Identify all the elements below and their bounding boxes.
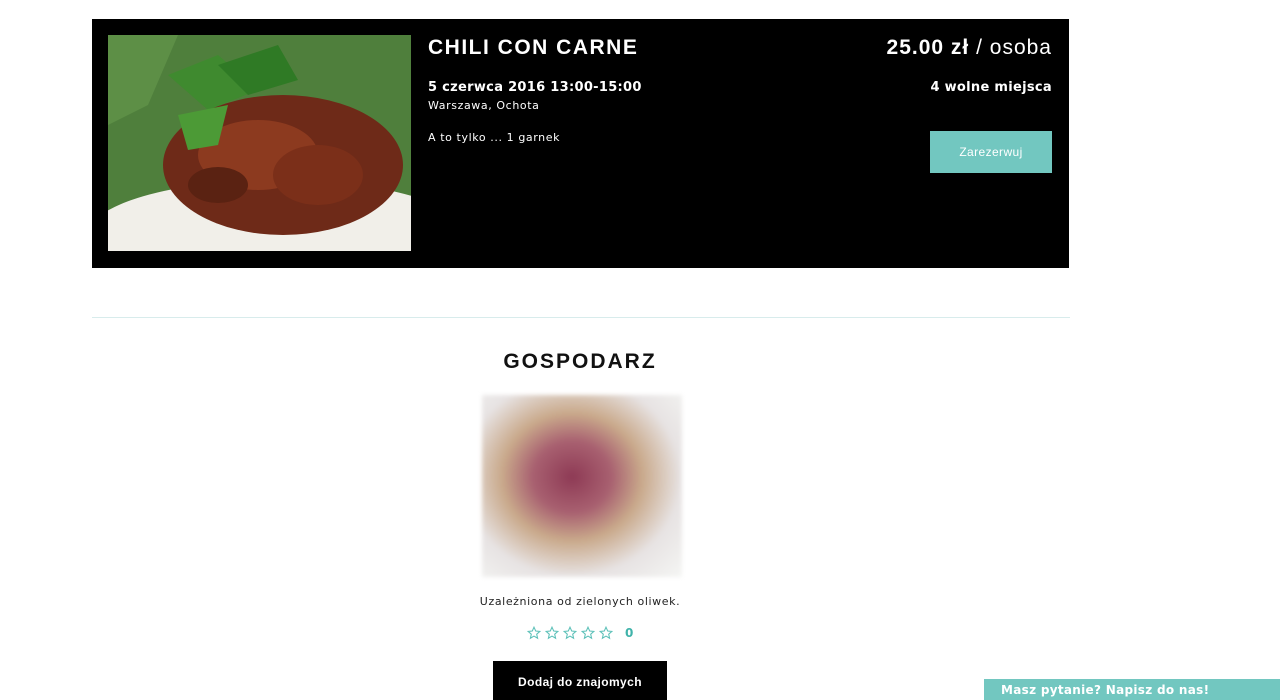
rating-count: 0 bbox=[625, 626, 634, 640]
event-description: A to tylko ... 1 garnek bbox=[428, 131, 561, 144]
host-avatar[interactable] bbox=[482, 395, 682, 577]
star-icon[interactable] bbox=[581, 626, 595, 640]
event-location: Warszawa, Ochota bbox=[428, 99, 540, 112]
available-seats: 4 wolne miejsca bbox=[930, 80, 1052, 95]
chat-widget[interactable]: Masz pytanie? Napisz do nas! bbox=[984, 679, 1280, 700]
star-icon[interactable] bbox=[545, 626, 559, 640]
event-date: 5 czerwca 2016 13:00-15:00 bbox=[428, 80, 642, 95]
host-heading: GOSPODARZ bbox=[503, 350, 657, 373]
star-icon[interactable] bbox=[527, 626, 541, 640]
reserve-button[interactable]: Zarezerwuj bbox=[930, 131, 1052, 173]
event-title: CHILI CON CARNE bbox=[428, 36, 639, 59]
dish-photo bbox=[108, 35, 411, 251]
star-icon[interactable] bbox=[563, 626, 577, 640]
host-rating: 0 bbox=[527, 626, 633, 640]
price-amount: 25.00 zł bbox=[886, 36, 970, 59]
event-card: CHILI CON CARNE 5 czerwca 2016 13:00-15:… bbox=[92, 19, 1069, 268]
event-price: 25.00 zł / osoba bbox=[887, 36, 1052, 60]
price-unit: / osoba bbox=[969, 36, 1052, 59]
star-icon[interactable] bbox=[599, 626, 613, 640]
add-friend-button[interactable]: Dodaj do znajomych bbox=[493, 661, 667, 700]
section-divider bbox=[92, 317, 1070, 318]
host-bio: Uzależniona od zielonych oliwek. bbox=[479, 595, 681, 608]
